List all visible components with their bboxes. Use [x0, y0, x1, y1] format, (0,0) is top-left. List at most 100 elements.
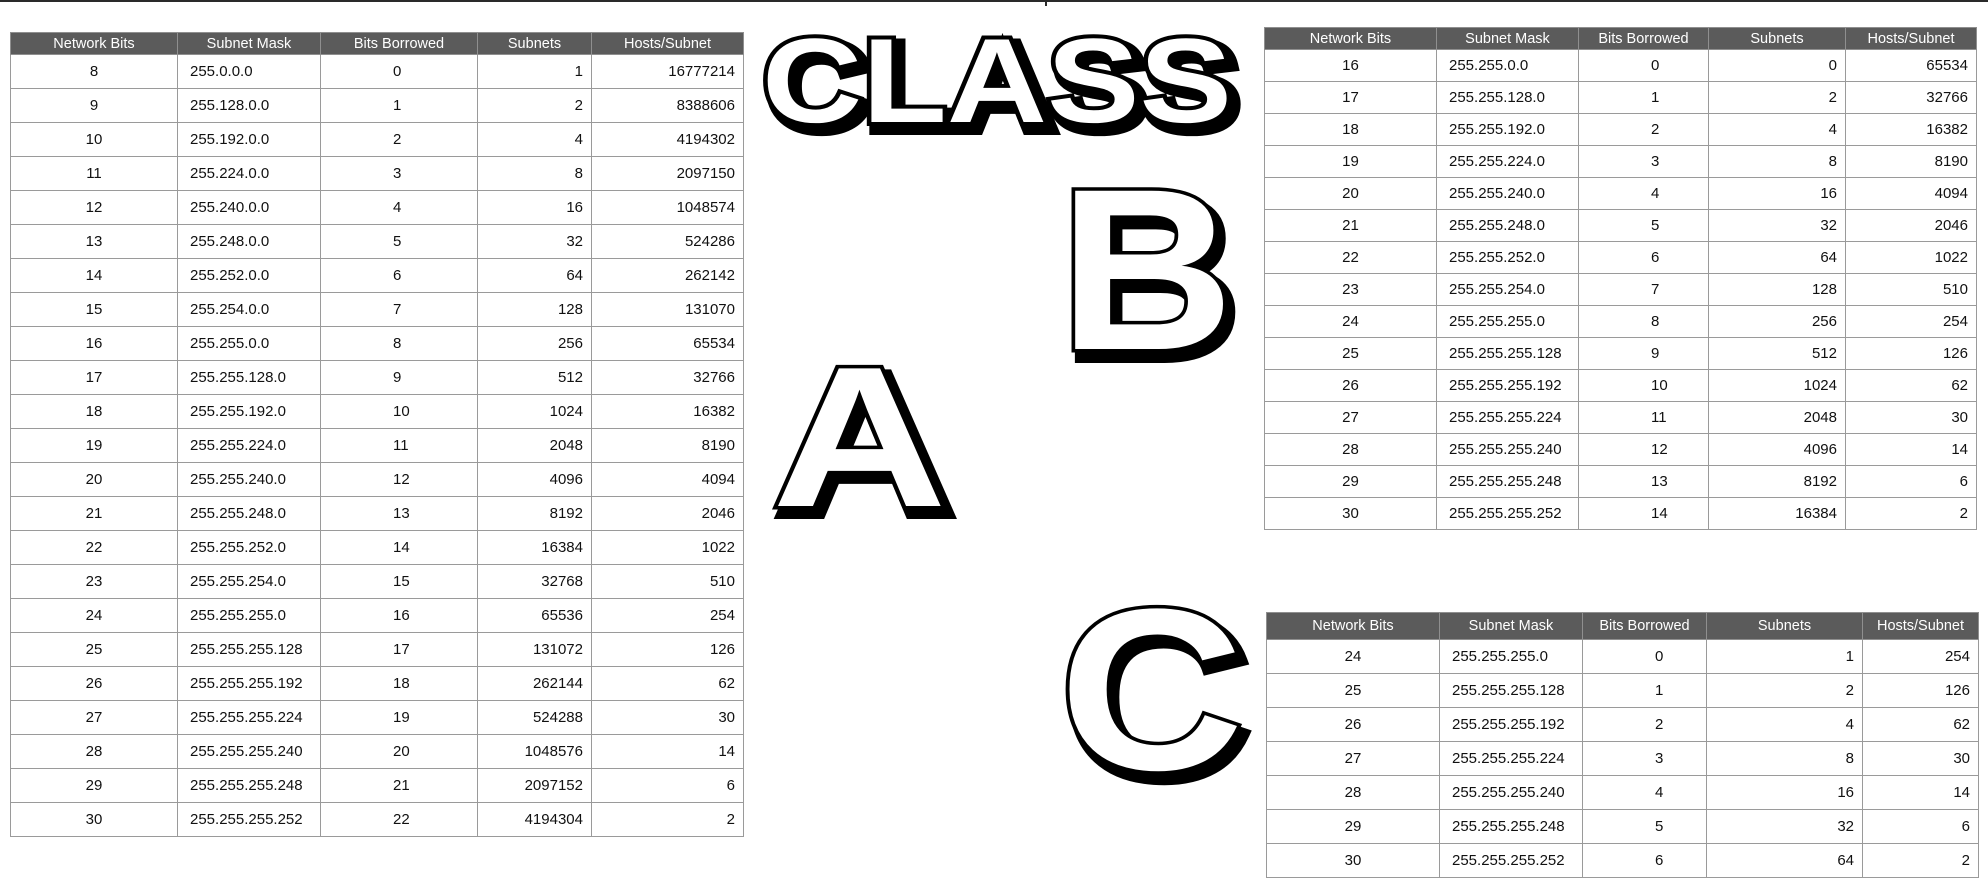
- table-row: 21 255.255.248.0 13 8192 2046: [10, 496, 744, 531]
- subnet-mask-cell: 255.255.255.192: [1436, 369, 1579, 402]
- hosts-per-subnet-cell: 131070: [591, 292, 744, 327]
- subnet-mask-cell: 255.224.0.0: [177, 156, 321, 191]
- network-bits-cell: 27: [10, 700, 178, 735]
- table-row: 27 255.255.255.224 11 2048 30: [1264, 401, 1977, 434]
- subnets-cell: 1: [1706, 639, 1863, 674]
- bits-borrowed-cell: 3: [320, 156, 478, 191]
- bits-borrowed-cell: 4: [1582, 775, 1707, 810]
- class-c-table-body: 24 255.255.255.0 0 1 254 25 255.255.255.128 1 2 1…: [1266, 639, 1979, 878]
- bits-borrowed-cell: 9: [1578, 337, 1709, 370]
- subnet-mask-cell: 255.255.0.0: [177, 326, 321, 361]
- subnet-mask-cell: 255.255.255.224: [1439, 741, 1583, 776]
- hosts-per-subnet-cell: 65534: [591, 326, 744, 361]
- table-row: 28 255.255.255.240 12 4096 14: [1264, 433, 1977, 466]
- table-row: 15 255.254.0.0 7 128 131070: [10, 292, 744, 327]
- subnets-cell: 64: [477, 258, 592, 293]
- subnets-cell: 8: [1708, 145, 1846, 178]
- subnets-cell: 32768: [477, 564, 592, 599]
- subnet-mask-cell: 255.255.252.0: [177, 530, 321, 565]
- hosts-per-subnet-cell: 62: [591, 666, 744, 701]
- subnets-cell: 1048576: [477, 734, 592, 769]
- header-bits-borrowed: Bits Borrowed: [320, 32, 478, 55]
- hosts-per-subnet-cell: 510: [591, 564, 744, 599]
- hosts-per-subnet-cell: 2: [1845, 497, 1977, 530]
- subnets-cell: 2048: [477, 428, 592, 463]
- network-bits-cell: 20: [10, 462, 178, 497]
- bits-borrowed-cell: 8: [1578, 305, 1709, 338]
- header-hosts-per-subnet: Hosts/Subnet: [591, 32, 744, 55]
- bits-borrowed-cell: 0: [1578, 49, 1709, 82]
- header-subnet-mask: Subnet Mask: [1439, 612, 1583, 640]
- table-row: 30 255.255.255.252 14 16384 2: [1264, 497, 1977, 530]
- hosts-per-subnet-cell: 8190: [1845, 145, 1977, 178]
- table-row: 17 255.255.128.0 9 512 32766: [10, 360, 744, 395]
- subnet-mask-cell: 255.255.248.0: [1436, 209, 1579, 242]
- subnets-cell: 512: [1708, 337, 1846, 370]
- bits-borrowed-cell: 13: [320, 496, 478, 531]
- subnets-cell: 4: [1708, 113, 1846, 146]
- hosts-per-subnet-cell: 2046: [1845, 209, 1977, 242]
- bits-borrowed-cell: 9: [320, 360, 478, 395]
- table-row: 19 255.255.224.0 11 2048 8190: [10, 428, 744, 463]
- bits-borrowed-cell: 2: [1578, 113, 1709, 146]
- bits-borrowed-cell: 4: [1578, 177, 1709, 210]
- subnets-cell: 8192: [1708, 465, 1846, 498]
- hosts-per-subnet-cell: 1048574: [591, 190, 744, 225]
- subnet-mask-cell: 255.255.240.0: [177, 462, 321, 497]
- table-row: 13 255.248.0.0 5 32 524286: [10, 224, 744, 259]
- subnet-mask-cell: 255.255.255.128: [1439, 673, 1583, 708]
- hosts-per-subnet-cell: 6: [591, 768, 744, 803]
- subnets-cell: 16: [477, 190, 592, 225]
- bits-borrowed-cell: 21: [320, 768, 478, 803]
- hosts-per-subnet-cell: 4094: [591, 462, 744, 497]
- table-row: 9 255.128.0.0 1 2 8388606: [10, 88, 744, 123]
- subnet-mask-cell: 255.255.255.224: [177, 700, 321, 735]
- bits-borrowed-cell: 7: [1578, 273, 1709, 306]
- hosts-per-subnet-cell: 2: [1862, 843, 1979, 878]
- subnet-mask-cell: 255.255.255.240: [1436, 433, 1579, 466]
- hosts-per-subnet-cell: 16382: [1845, 113, 1977, 146]
- bits-borrowed-cell: 3: [1578, 145, 1709, 178]
- subnets-cell: 2097152: [477, 768, 592, 803]
- hosts-per-subnet-cell: 254: [1862, 639, 1979, 674]
- subnet-mask-cell: 255.255.255.248: [1439, 809, 1583, 844]
- network-bits-cell: 30: [1264, 497, 1437, 530]
- hosts-per-subnet-cell: 62: [1845, 369, 1977, 402]
- subnets-cell: 32: [1708, 209, 1846, 242]
- network-bits-cell: 29: [1264, 465, 1437, 498]
- subnet-mask-cell: 255.255.254.0: [1436, 273, 1579, 306]
- header-hosts-per-subnet: Hosts/Subnet: [1845, 27, 1977, 50]
- network-bits-cell: 16: [10, 326, 178, 361]
- subnet-mask-cell: 255.255.255.252: [1436, 497, 1579, 530]
- table-row: 8 255.0.0.0 0 1 16777214: [10, 54, 744, 89]
- network-bits-cell: 25: [1264, 337, 1437, 370]
- table-row: 23 255.255.254.0 7 128 510: [1264, 273, 1977, 306]
- hosts-per-subnet-cell: 14: [591, 734, 744, 769]
- bits-borrowed-cell: 7: [320, 292, 478, 327]
- table-row: 14 255.252.0.0 6 64 262142: [10, 258, 744, 293]
- letter-a-art: A A: [769, 323, 960, 563]
- bits-borrowed-cell: 13: [1578, 465, 1709, 498]
- subnets-cell: 2: [1706, 673, 1863, 708]
- hosts-per-subnet-cell: 1022: [1845, 241, 1977, 274]
- subnets-cell: 524288: [477, 700, 592, 735]
- subnet-mask-cell: 255.128.0.0: [177, 88, 321, 123]
- subnets-cell: 4: [477, 122, 592, 157]
- table-row: 26 255.255.255.192 18 262144 62: [10, 666, 744, 701]
- network-bits-cell: 25: [10, 632, 178, 667]
- bits-borrowed-cell: 5: [320, 224, 478, 259]
- network-bits-cell: 11: [10, 156, 178, 191]
- table-row: 30 255.255.255.252 6 64 2: [1266, 843, 1979, 878]
- bits-borrowed-cell: 2: [320, 122, 478, 157]
- table-row: 18 255.255.192.0 2 4 16382: [1264, 113, 1977, 146]
- network-bits-cell: 25: [1266, 673, 1440, 708]
- letter-b-art: B B: [1056, 138, 1247, 413]
- bits-borrowed-cell: 8: [320, 326, 478, 361]
- subnet-mask-cell: 255.255.255.248: [177, 768, 321, 803]
- table-row: 26 255.255.255.192 10 1024 62: [1264, 369, 1977, 402]
- table-row: 25 255.255.255.128 1 2 126: [1266, 673, 1979, 708]
- hosts-per-subnet-cell: 65534: [1845, 49, 1977, 82]
- subnets-cell: 262144: [477, 666, 592, 701]
- table-row: 28 255.255.255.240 20 1048576 14: [10, 734, 744, 769]
- subnet-mask-cell: 255.248.0.0: [177, 224, 321, 259]
